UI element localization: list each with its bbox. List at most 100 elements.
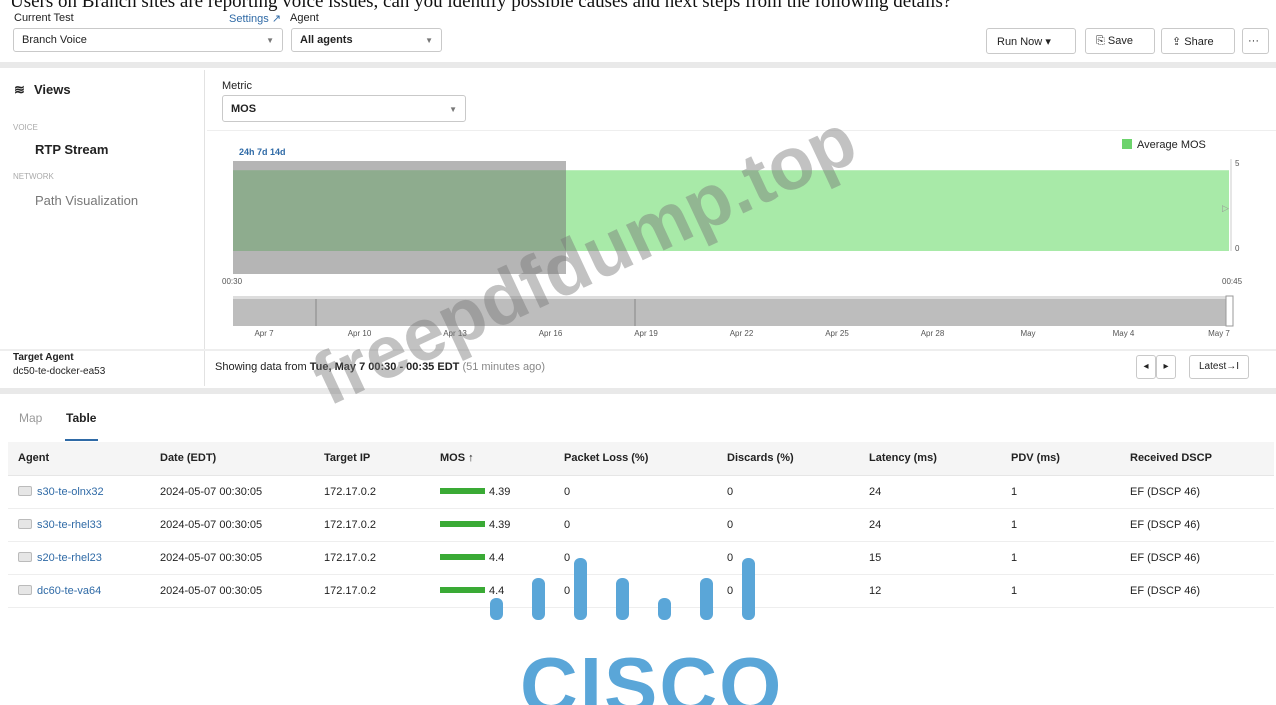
metric-select[interactable]: MOS ▼ <box>222 95 466 122</box>
packet-loss-cell: 0 <box>554 475 717 509</box>
timeline-tick-label: Apr 22 <box>730 329 754 338</box>
chevron-down-icon: ▼ <box>425 36 433 45</box>
col-pdv[interactable]: PDV (ms) <box>1001 442 1120 476</box>
timeline-tick-label: May <box>1020 329 1035 338</box>
latency-cell: 12 <box>859 574 1001 608</box>
share-button[interactable]: ⇪ Share <box>1161 28 1235 54</box>
selection-window[interactable] <box>233 161 566 274</box>
agent-icon <box>18 518 32 529</box>
x-start-label: 00:30 <box>222 277 243 286</box>
mos-bar <box>440 586 485 593</box>
tab-table[interactable]: Table <box>66 411 96 425</box>
col-agent[interactable]: Agent <box>8 442 150 476</box>
timeline-tick-label: May 7 <box>1208 329 1230 338</box>
y-max-label: 5 <box>1235 159 1240 168</box>
timeline-tick-label: Apr 16 <box>539 329 563 338</box>
date-cell: 2024-05-07 00:30:05 <box>150 508 314 542</box>
cisco-logo-icon <box>490 558 755 620</box>
current-test-label: Current Test <box>14 12 74 24</box>
latency-cell: 15 <box>859 541 1001 575</box>
mos-bar <box>440 520 485 527</box>
discards-cell: 0 <box>717 508 859 542</box>
col-received-dscp[interactable]: Received DSCP <box>1120 442 1274 476</box>
latest-button[interactable]: Latest→I <box>1189 355 1249 379</box>
chevron-down-icon: ▼ <box>449 105 457 114</box>
date-cell: 2024-05-07 00:30:05 <box>150 475 314 509</box>
timeline-tick-label: Apr 10 <box>348 329 372 338</box>
chart-svg: ▷ 5 0 00:30 00:45 Apr 7 Apr 10 Apr 13 Apr 1… <box>222 159 1243 338</box>
tab-map[interactable]: Map <box>19 411 42 425</box>
mos-bar <box>440 487 485 494</box>
timeline-track <box>233 296 1229 299</box>
agent-cell[interactable]: s30-te-olnx32 <box>8 475 150 509</box>
play-icon: ▷ <box>1222 203 1229 213</box>
timeline-labels: Apr 7 Apr 10 Apr 13 Apr 16 Apr 19 Apr 22 Apr 2… <box>254 329 1230 338</box>
col-discards[interactable]: Discards (%) <box>717 442 859 476</box>
target-ip-cell: 172.17.0.2 <box>314 541 430 575</box>
table-row: s30-te-rhel33 2024-05-07 00:30:05 172.17… <box>8 508 1274 542</box>
mos-cell: 4.39 <box>430 475 554 509</box>
dscp-cell: EF (DSCP 46) <box>1120 541 1274 575</box>
col-mos[interactable]: MOS ↑ <box>430 442 554 476</box>
current-test-select[interactable]: Branch Voice ▼ <box>13 28 283 52</box>
share-icon: ⇪ <box>1172 36 1182 48</box>
table-row: s30-te-olnx32 2024-05-07 00:30:05 172.17… <box>8 475 1274 509</box>
views-sidebar: ≋ Views VOICE RTP Stream NETWORK Path Vis… <box>7 70 205 386</box>
y-min-label: 0 <box>1235 244 1240 253</box>
col-latency[interactable]: Latency (ms) <box>859 442 1001 476</box>
target-agent-value: dc50-te-docker-ea53 <box>13 366 106 377</box>
mos-bar <box>440 553 485 560</box>
divider <box>0 349 1276 351</box>
dscp-cell: EF (DSCP 46) <box>1120 508 1274 542</box>
col-date[interactable]: Date (EDT) <box>150 442 314 476</box>
target-agent-label: Target Agent <box>13 352 74 363</box>
agent-cell[interactable]: dc60-te-va64 <box>8 574 150 608</box>
target-ip-cell: 172.17.0.2 <box>314 574 430 608</box>
pdv-cell: 1 <box>1001 574 1120 608</box>
timeline-tick-label: May 4 <box>1113 329 1135 338</box>
timeline-tick-label: Apr 7 <box>254 329 274 338</box>
mos-chart: 24h 7d 14d Average MOS ▷ 5 0 00:30 00:45… <box>207 130 1276 348</box>
top-bar: Current Test Settings ↗ Agent Branch Voi… <box>0 10 1276 60</box>
save-button[interactable]: ⎘ Save <box>1085 28 1155 54</box>
date-cell: 2024-05-07 00:30:05 <box>150 541 314 575</box>
views-title: ≋ Views <box>14 82 71 97</box>
settings-link[interactable]: Settings ↗ <box>229 12 281 25</box>
voice-section-header: VOICE <box>13 123 38 132</box>
showing-data-text: Showing data from Tue, May 7 00:30 - 00:… <box>215 361 545 373</box>
timeline-tick-label: Apr 13 <box>443 329 467 338</box>
more-button[interactable]: ··· <box>1242 28 1269 54</box>
layers-icon: ≋ <box>14 82 25 97</box>
agent-icon <box>18 551 32 562</box>
agent-select[interactable]: All agents ▼ <box>291 28 442 52</box>
prev-button[interactable]: ◂ <box>1136 355 1156 379</box>
sidebar-item-path-visualization[interactable]: Path Visualization <box>35 193 138 208</box>
discards-cell: 0 <box>717 475 859 509</box>
sidebar-item-rtp-stream[interactable]: RTP Stream <box>35 142 108 157</box>
save-icon: ⎘ <box>1096 35 1105 47</box>
timeline-handle[interactable] <box>1225 295 1234 327</box>
timeline-tick-label: Apr 28 <box>921 329 945 338</box>
timeline-tick-label: Apr 19 <box>634 329 658 338</box>
next-button[interactable]: ▸ <box>1156 355 1176 379</box>
divider <box>0 62 1276 68</box>
col-target-ip[interactable]: Target IP <box>314 442 430 476</box>
chevron-down-icon: ▼ <box>266 36 274 45</box>
run-now-button[interactable]: Run Now ▾ <box>986 28 1076 54</box>
chevron-down-icon: ▾ <box>1045 36 1051 48</box>
pdv-cell: 1 <box>1001 475 1120 509</box>
agent-cell[interactable]: s20-te-rhel23 <box>8 541 150 575</box>
timeline-bar[interactable] <box>233 299 1229 326</box>
target-ip-cell: 172.17.0.2 <box>314 475 430 509</box>
agent-icon <box>18 485 32 496</box>
agent-cell[interactable]: s30-te-rhel33 <box>8 508 150 542</box>
metric-label: Metric <box>222 80 252 92</box>
timeline-tick-label: Apr 25 <box>825 329 849 338</box>
pdv-cell: 1 <box>1001 541 1120 575</box>
dscp-cell: EF (DSCP 46) <box>1120 475 1274 509</box>
active-tab-indicator <box>65 439 98 441</box>
divider <box>0 388 1276 394</box>
cisco-logo-text: CISCO <box>520 641 784 705</box>
date-cell: 2024-05-07 00:30:05 <box>150 574 314 608</box>
col-packet-loss[interactable]: Packet Loss (%) <box>554 442 717 476</box>
